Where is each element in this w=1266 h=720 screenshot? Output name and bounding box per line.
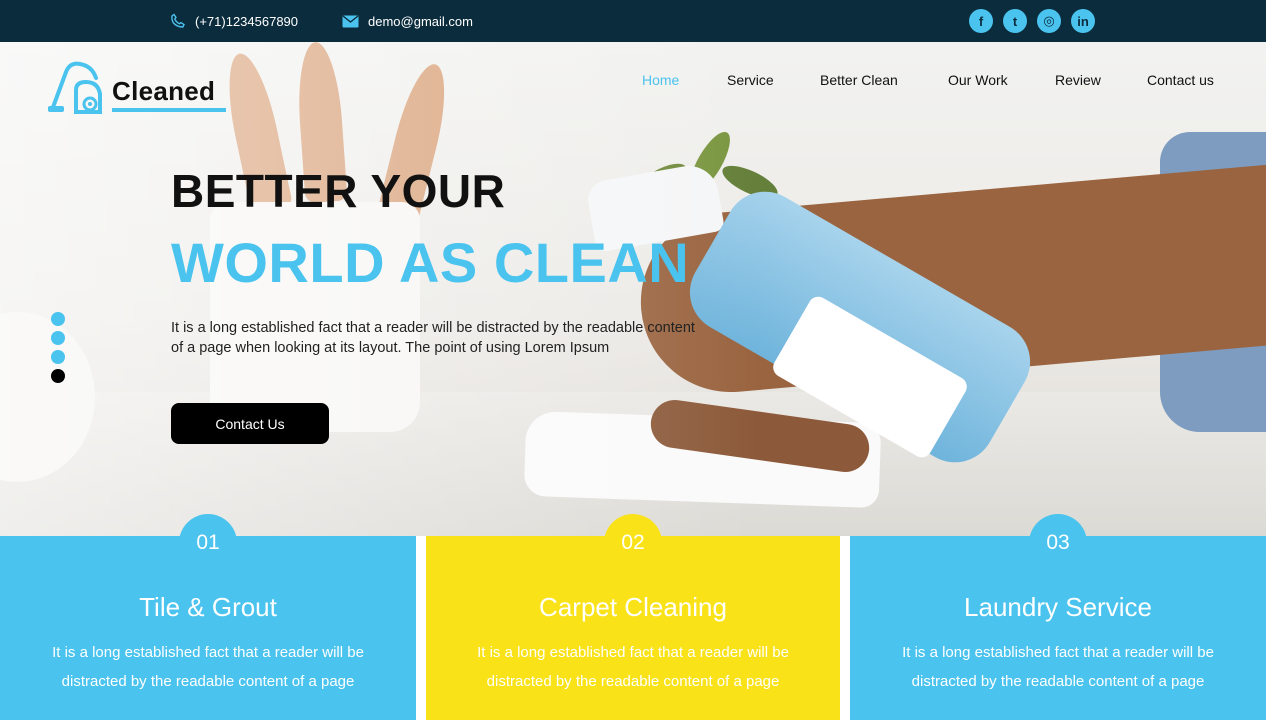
service-description-line: It is a long established fact that a rea… bbox=[902, 644, 1214, 661]
instagram-icon[interactable]: ◎ bbox=[1037, 9, 1061, 33]
nav-item-home[interactable]: Home bbox=[642, 72, 679, 88]
service-description-line: distracted by the readable content of a … bbox=[61, 673, 355, 690]
phone-number[interactable]: (+71)1234567890 bbox=[195, 14, 298, 29]
slider-dot-4[interactable] bbox=[51, 369, 65, 383]
service-card-laundry-service[interactable]: 03 Laundry Service It is a long establis… bbox=[850, 514, 1266, 720]
facebook-icon[interactable]: f bbox=[969, 9, 993, 33]
service-title: Laundry Service bbox=[964, 592, 1152, 622]
mail-icon bbox=[342, 14, 359, 27]
service-title: Tile & Grout bbox=[139, 592, 277, 622]
contact-us-button[interactable]: Contact Us bbox=[171, 403, 329, 444]
brand-name: Cleaned bbox=[112, 76, 216, 106]
email-contact[interactable]: demo@gmail.com bbox=[342, 0, 473, 42]
nav-item-review[interactable]: Review bbox=[1055, 72, 1101, 88]
service-description: It is a long established fact that a rea… bbox=[426, 638, 840, 696]
nav-item-service[interactable]: Service bbox=[727, 72, 774, 88]
nav-item-contact-us[interactable]: Contact us bbox=[1147, 72, 1214, 88]
vacuum-cleaner-icon bbox=[48, 61, 102, 114]
social-links: f t ◎ in bbox=[969, 9, 1095, 33]
service-description-line: distracted by the readable content of a … bbox=[911, 673, 1205, 690]
top-bar: (+71)1234567890 demo@gmail.com f t ◎ in bbox=[0, 0, 1266, 42]
phone-icon bbox=[171, 13, 185, 28]
twitter-icon[interactable]: t bbox=[1003, 9, 1027, 33]
service-title: Carpet Cleaning bbox=[539, 592, 727, 622]
service-description-line: distracted by the readable content of a … bbox=[486, 673, 780, 690]
linkedin-icon[interactable]: in bbox=[1071, 9, 1095, 33]
service-description-line: It is a long established fact that a rea… bbox=[52, 644, 364, 661]
service-number-badge: 02 bbox=[604, 514, 662, 572]
nav-item-our-work[interactable]: Our Work bbox=[948, 72, 1008, 88]
hero-headline-line1: BETTER YOUR bbox=[171, 165, 506, 217]
service-number-badge: 03 bbox=[1029, 514, 1087, 572]
slider-dot-3[interactable] bbox=[51, 350, 65, 364]
service-description: It is a long established fact that a rea… bbox=[850, 638, 1266, 696]
email-address[interactable]: demo@gmail.com bbox=[368, 14, 473, 29]
service-card-tile-grout[interactable]: 01 Tile & Grout It is a long established… bbox=[0, 514, 416, 720]
brand-underline bbox=[112, 108, 226, 112]
service-number-badge: 01 bbox=[179, 514, 237, 572]
slider-dot-1[interactable] bbox=[51, 312, 65, 326]
hero-description: It is a long established fact that a rea… bbox=[171, 320, 695, 356]
slider-dot-2[interactable] bbox=[51, 331, 65, 345]
brand-logo[interactable]: Cleaned bbox=[46, 58, 236, 118]
hero-headline-line2: WORLD AS CLEAN bbox=[171, 231, 690, 294]
hero-section: Cleaned Home Service Better Clean Our Wo… bbox=[0, 42, 1266, 536]
service-description-line: It is a long established fact that a rea… bbox=[477, 644, 789, 661]
service-card-carpet-cleaning[interactable]: 02 Carpet Cleaning It is a long establis… bbox=[426, 514, 840, 720]
service-description: It is a long established fact that a rea… bbox=[0, 638, 416, 696]
slider-dots bbox=[51, 312, 65, 383]
nav-item-better-clean[interactable]: Better Clean bbox=[820, 72, 898, 88]
phone-contact[interactable]: (+71)1234567890 bbox=[170, 0, 298, 42]
